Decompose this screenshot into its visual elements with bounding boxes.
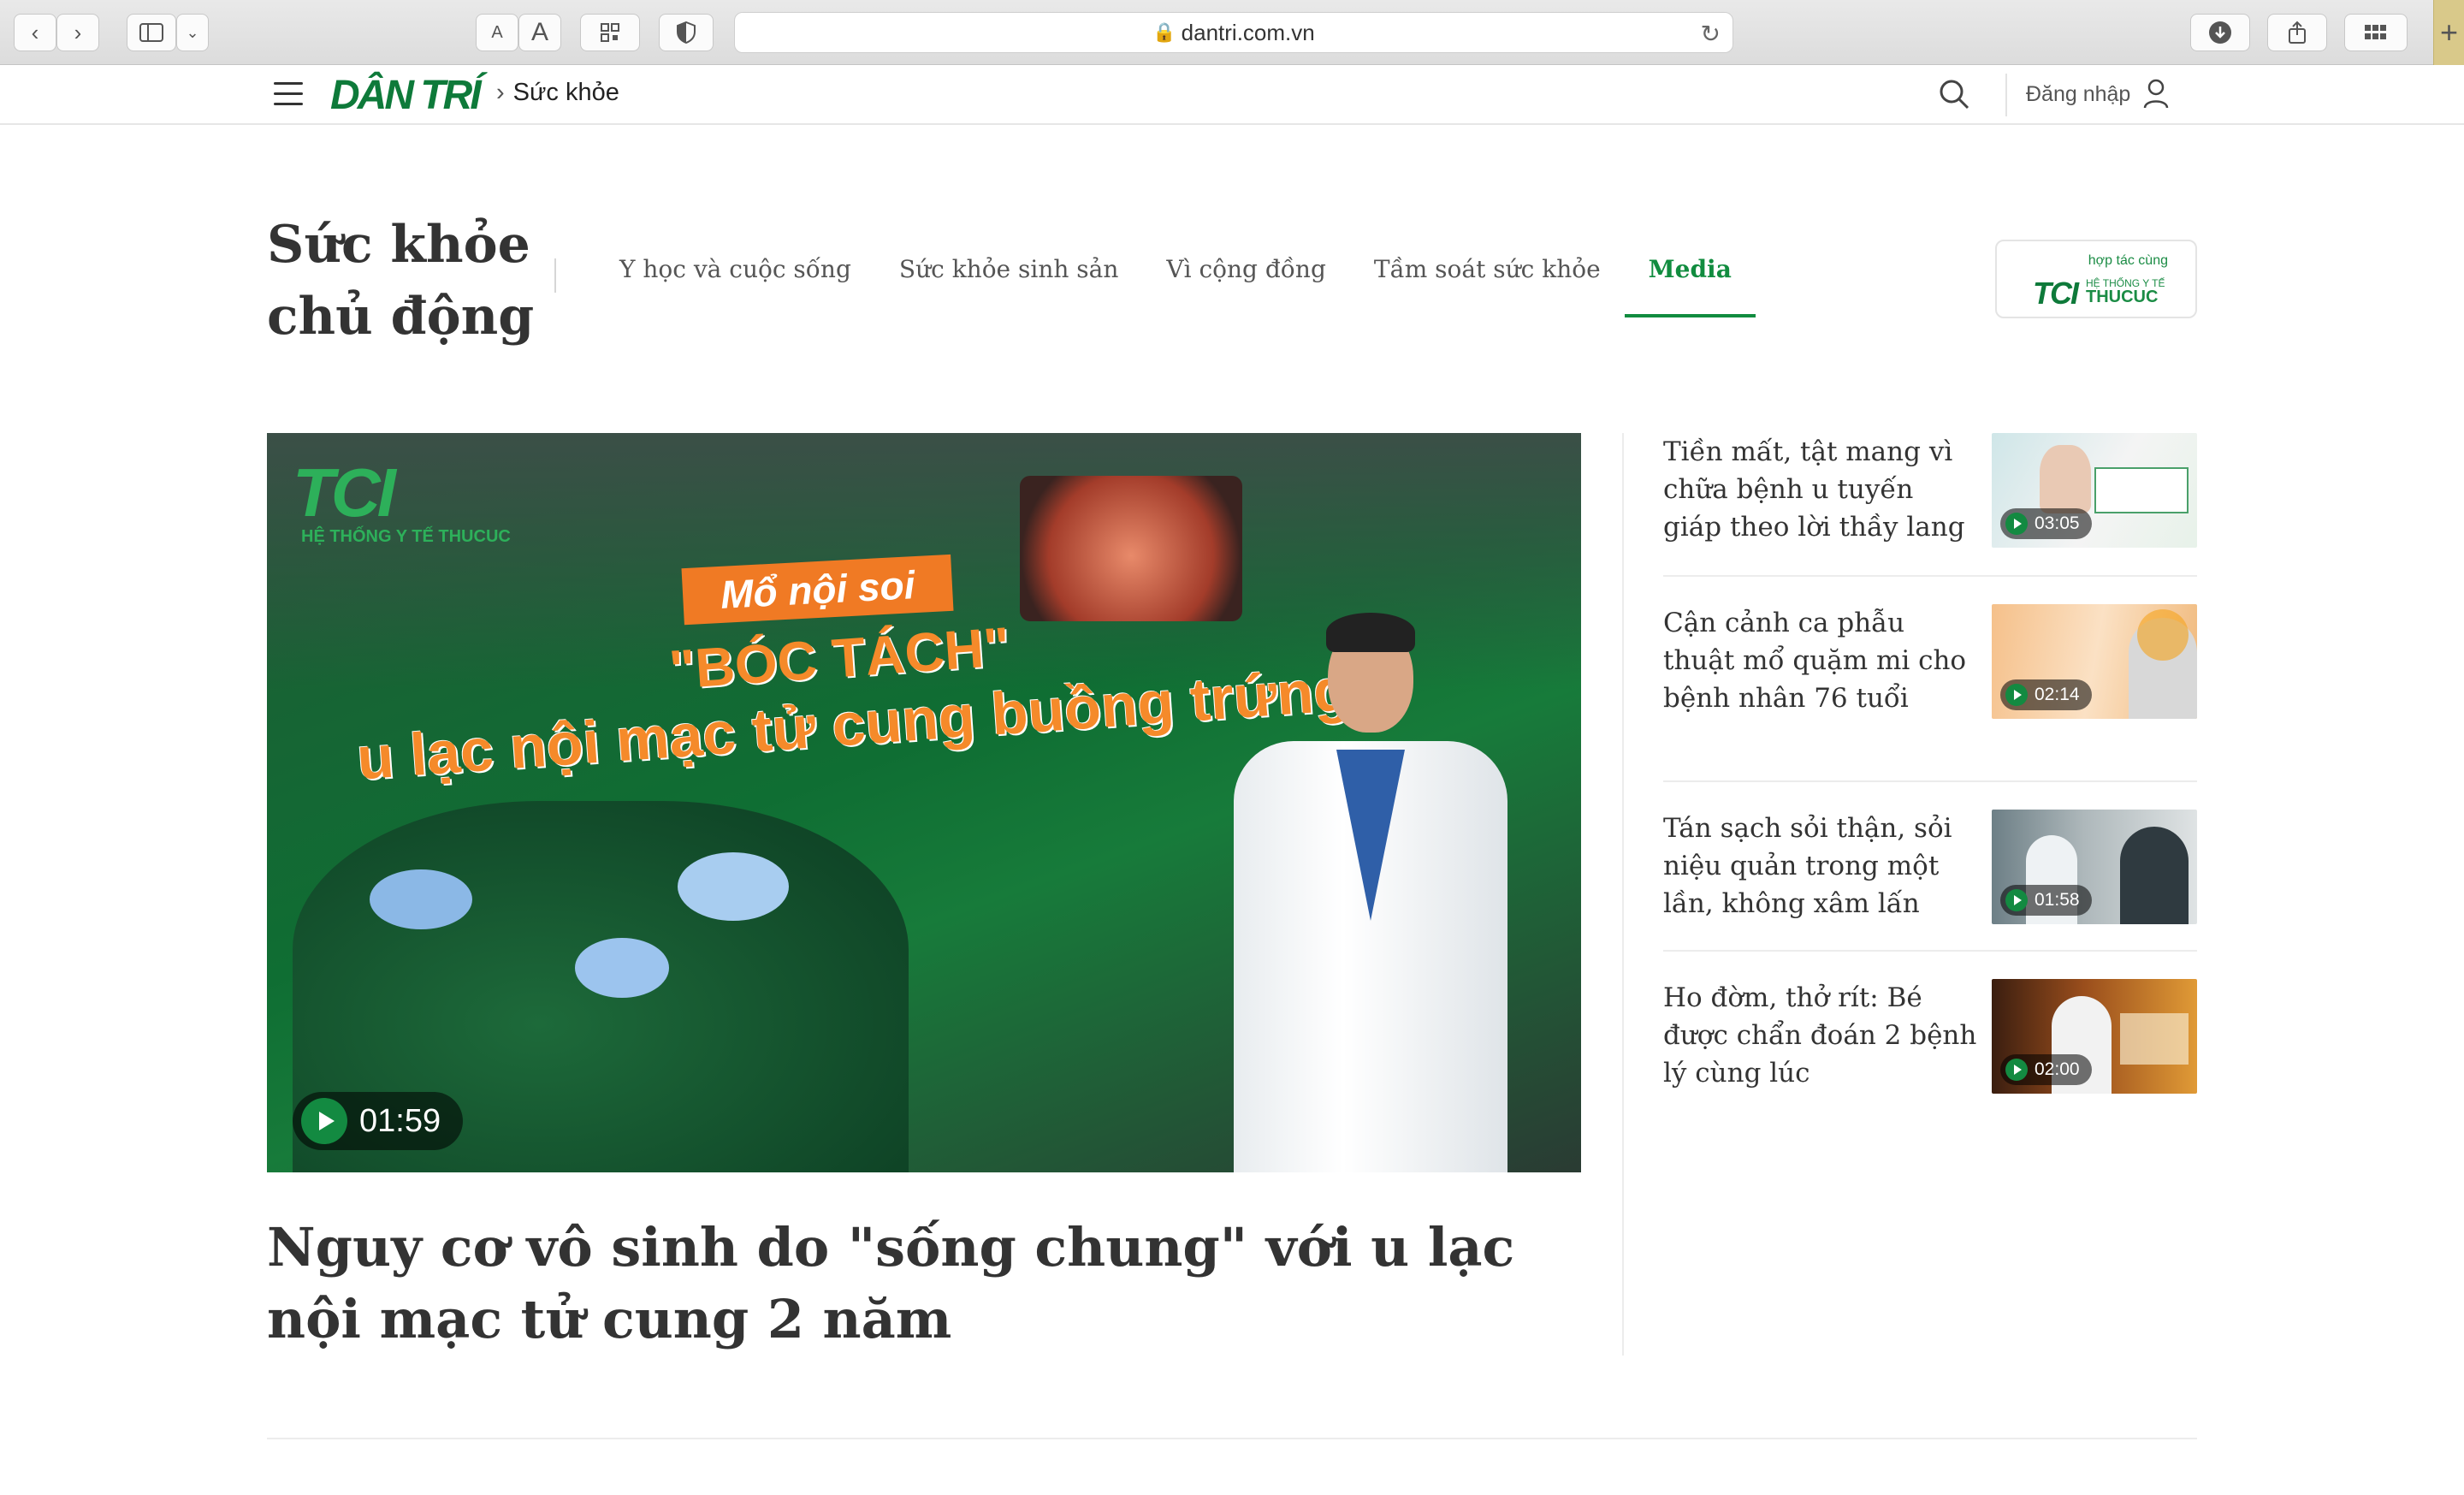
- list-separator: [1663, 950, 2197, 952]
- play-icon: [301, 1098, 347, 1144]
- reader-qr-button[interactable]: [580, 14, 640, 51]
- thumb-logo: TCI: [293, 454, 396, 531]
- chevron-right-icon: ›: [496, 79, 505, 106]
- partner-brand: THUCUC: [2086, 288, 2159, 306]
- video-duration-badge: 02:00: [2000, 1054, 2092, 1085]
- menu-icon[interactable]: [274, 82, 303, 108]
- qr-icon: [601, 23, 619, 42]
- partner-logo[interactable]: hợp tác cùng TCI HỆ THỐNG Y TẾ THUCUC: [1995, 240, 2197, 318]
- list-item-thumbnail[interactable]: 03:05: [1992, 433, 2197, 548]
- list-item[interactable]: Tiền mất, tật mang vì chữa bệnh u tuyến …: [1663, 433, 2197, 548]
- downloads-button[interactable]: [2190, 14, 2250, 51]
- text-smaller-button[interactable]: A: [476, 14, 518, 51]
- doctor-image: [1234, 613, 1507, 1172]
- reload-icon[interactable]: ↻: [1701, 20, 1721, 48]
- breadcrumb-label[interactable]: Sức khỏe: [513, 79, 619, 106]
- list-item-thumbnail[interactable]: 02:14: [1992, 604, 2197, 719]
- new-tab-button[interactable]: +: [2433, 0, 2464, 65]
- list-item-title[interactable]: Tiền mất, tật mang vì chữa bệnh u tuyến …: [1663, 433, 1980, 546]
- list-item-thumbnail[interactable]: 01:58: [1992, 810, 2197, 924]
- share-icon: [2289, 21, 2306, 44]
- title-divider: [554, 258, 556, 293]
- tab-overview-button[interactable]: [2344, 14, 2408, 51]
- video-duration-badge: 01:58: [2000, 885, 2092, 916]
- chevron-right-icon: ›: [74, 19, 82, 45]
- list-item[interactable]: Cận cảnh ca phẫu thuật mổ quặm mi cho bệ…: [1663, 604, 2197, 756]
- search-icon[interactable]: [1937, 77, 1971, 111]
- thumb-logo-sub: HỆ THỐNG Y TẾ THUCUC: [301, 527, 511, 546]
- shield-icon: [677, 21, 696, 44]
- browser-toolbar: ‹ › ⌄ A A 🔒 dantri.com.vn ↻ +: [0, 0, 2464, 65]
- chevron-left-icon: ‹: [31, 19, 39, 45]
- endoscope-monitor: [1020, 476, 1242, 621]
- sidebar-toggle-button[interactable]: [127, 14, 176, 51]
- section-bottom-divider: [267, 1438, 2197, 1439]
- featured-article-title[interactable]: Nguy cơ vô sinh do "sống chung" với u lạ…: [267, 1212, 1581, 1356]
- subnav-item-media[interactable]: Media: [1624, 255, 1756, 317]
- column-divider: [1622, 433, 1624, 1356]
- list-separator: [1663, 575, 2197, 577]
- list-item[interactable]: Ho đờm, thở rít: Bé được chẩn đoán 2 bện…: [1663, 979, 2197, 1094]
- video-duration-badge: 03:05: [2000, 508, 2092, 539]
- site-logo[interactable]: DÂN TRÍ: [330, 72, 482, 119]
- section-subnav: Y học và cuộc sống Sức khỏe sinh sản Vì …: [595, 255, 1756, 317]
- breadcrumb[interactable]: › Sức khỏe: [496, 79, 619, 107]
- featured-video-thumbnail[interactable]: TCI HỆ THỐNG Y TẾ THUCUC Mổ nội soi "BÓC…: [267, 433, 1581, 1172]
- back-button[interactable]: ‹: [14, 14, 56, 51]
- header-divider: [2005, 74, 2007, 116]
- lock-icon: 🔒: [1152, 21, 1176, 43]
- play-icon: [2005, 684, 2028, 706]
- user-icon: [2144, 79, 2169, 109]
- play-icon: [2005, 889, 2028, 911]
- share-button[interactable]: [2267, 14, 2327, 51]
- forward-button[interactable]: ›: [56, 14, 99, 51]
- sidebar-icon: [139, 23, 163, 42]
- login-label: Đăng nhập: [2026, 81, 2131, 106]
- list-separator: [1663, 780, 2197, 782]
- subnav-item-y-hoc[interactable]: Y học và cuộc sống: [595, 255, 875, 317]
- login-button[interactable]: Đăng nhập: [2026, 79, 2170, 110]
- play-icon: [2005, 1059, 2028, 1081]
- address-bar[interactable]: 🔒 dantri.com.vn ↻: [734, 12, 1733, 53]
- url-text: dantri.com.vn: [1181, 19, 1315, 45]
- play-icon: [2005, 513, 2028, 535]
- grid-icon: [2365, 25, 2386, 39]
- text-larger-button[interactable]: A: [518, 14, 561, 51]
- subnav-item-suc-khoe-sinh-san[interactable]: Sức khỏe sinh sản: [875, 255, 1143, 317]
- subnav-item-vi-cong-dong[interactable]: Vì cộng đồng: [1142, 255, 1349, 317]
- partner-logo-mark: TCI: [2033, 276, 2079, 311]
- download-icon: [2209, 21, 2231, 44]
- list-item[interactable]: Tán sạch sỏi thận, sỏi niệu quản trong m…: [1663, 810, 2197, 924]
- plus-icon: +: [2439, 15, 2459, 50]
- sidebar-menu-button[interactable]: ⌄: [176, 14, 209, 51]
- privacy-button[interactable]: [659, 14, 714, 51]
- list-item-thumbnail[interactable]: 02:00: [1992, 979, 2197, 1094]
- list-item-title[interactable]: Cận cảnh ca phẫu thuật mổ quặm mi cho bệ…: [1663, 604, 1980, 717]
- partner-caption: hợp tác cùng: [2088, 253, 2168, 268]
- video-duration: 01:59: [359, 1102, 441, 1139]
- video-duration-badge: 02:14: [2000, 679, 2092, 710]
- section-title: Sức khỏe chủ động: [267, 215, 535, 347]
- subnav-item-tam-soat[interactable]: Tầm soát sức khỏe: [1350, 255, 1625, 317]
- list-item-title[interactable]: Ho đờm, thở rít: Bé được chẩn đoán 2 bện…: [1663, 979, 1980, 1092]
- list-item-title[interactable]: Tán sạch sỏi thận, sỏi niệu quản trong m…: [1663, 810, 1980, 923]
- chevron-down-icon: ⌄: [186, 23, 199, 41]
- video-duration-badge[interactable]: 01:59: [293, 1092, 464, 1150]
- site-header: DÂN TRÍ › Sức khỏe Đăng nhập: [0, 65, 2464, 125]
